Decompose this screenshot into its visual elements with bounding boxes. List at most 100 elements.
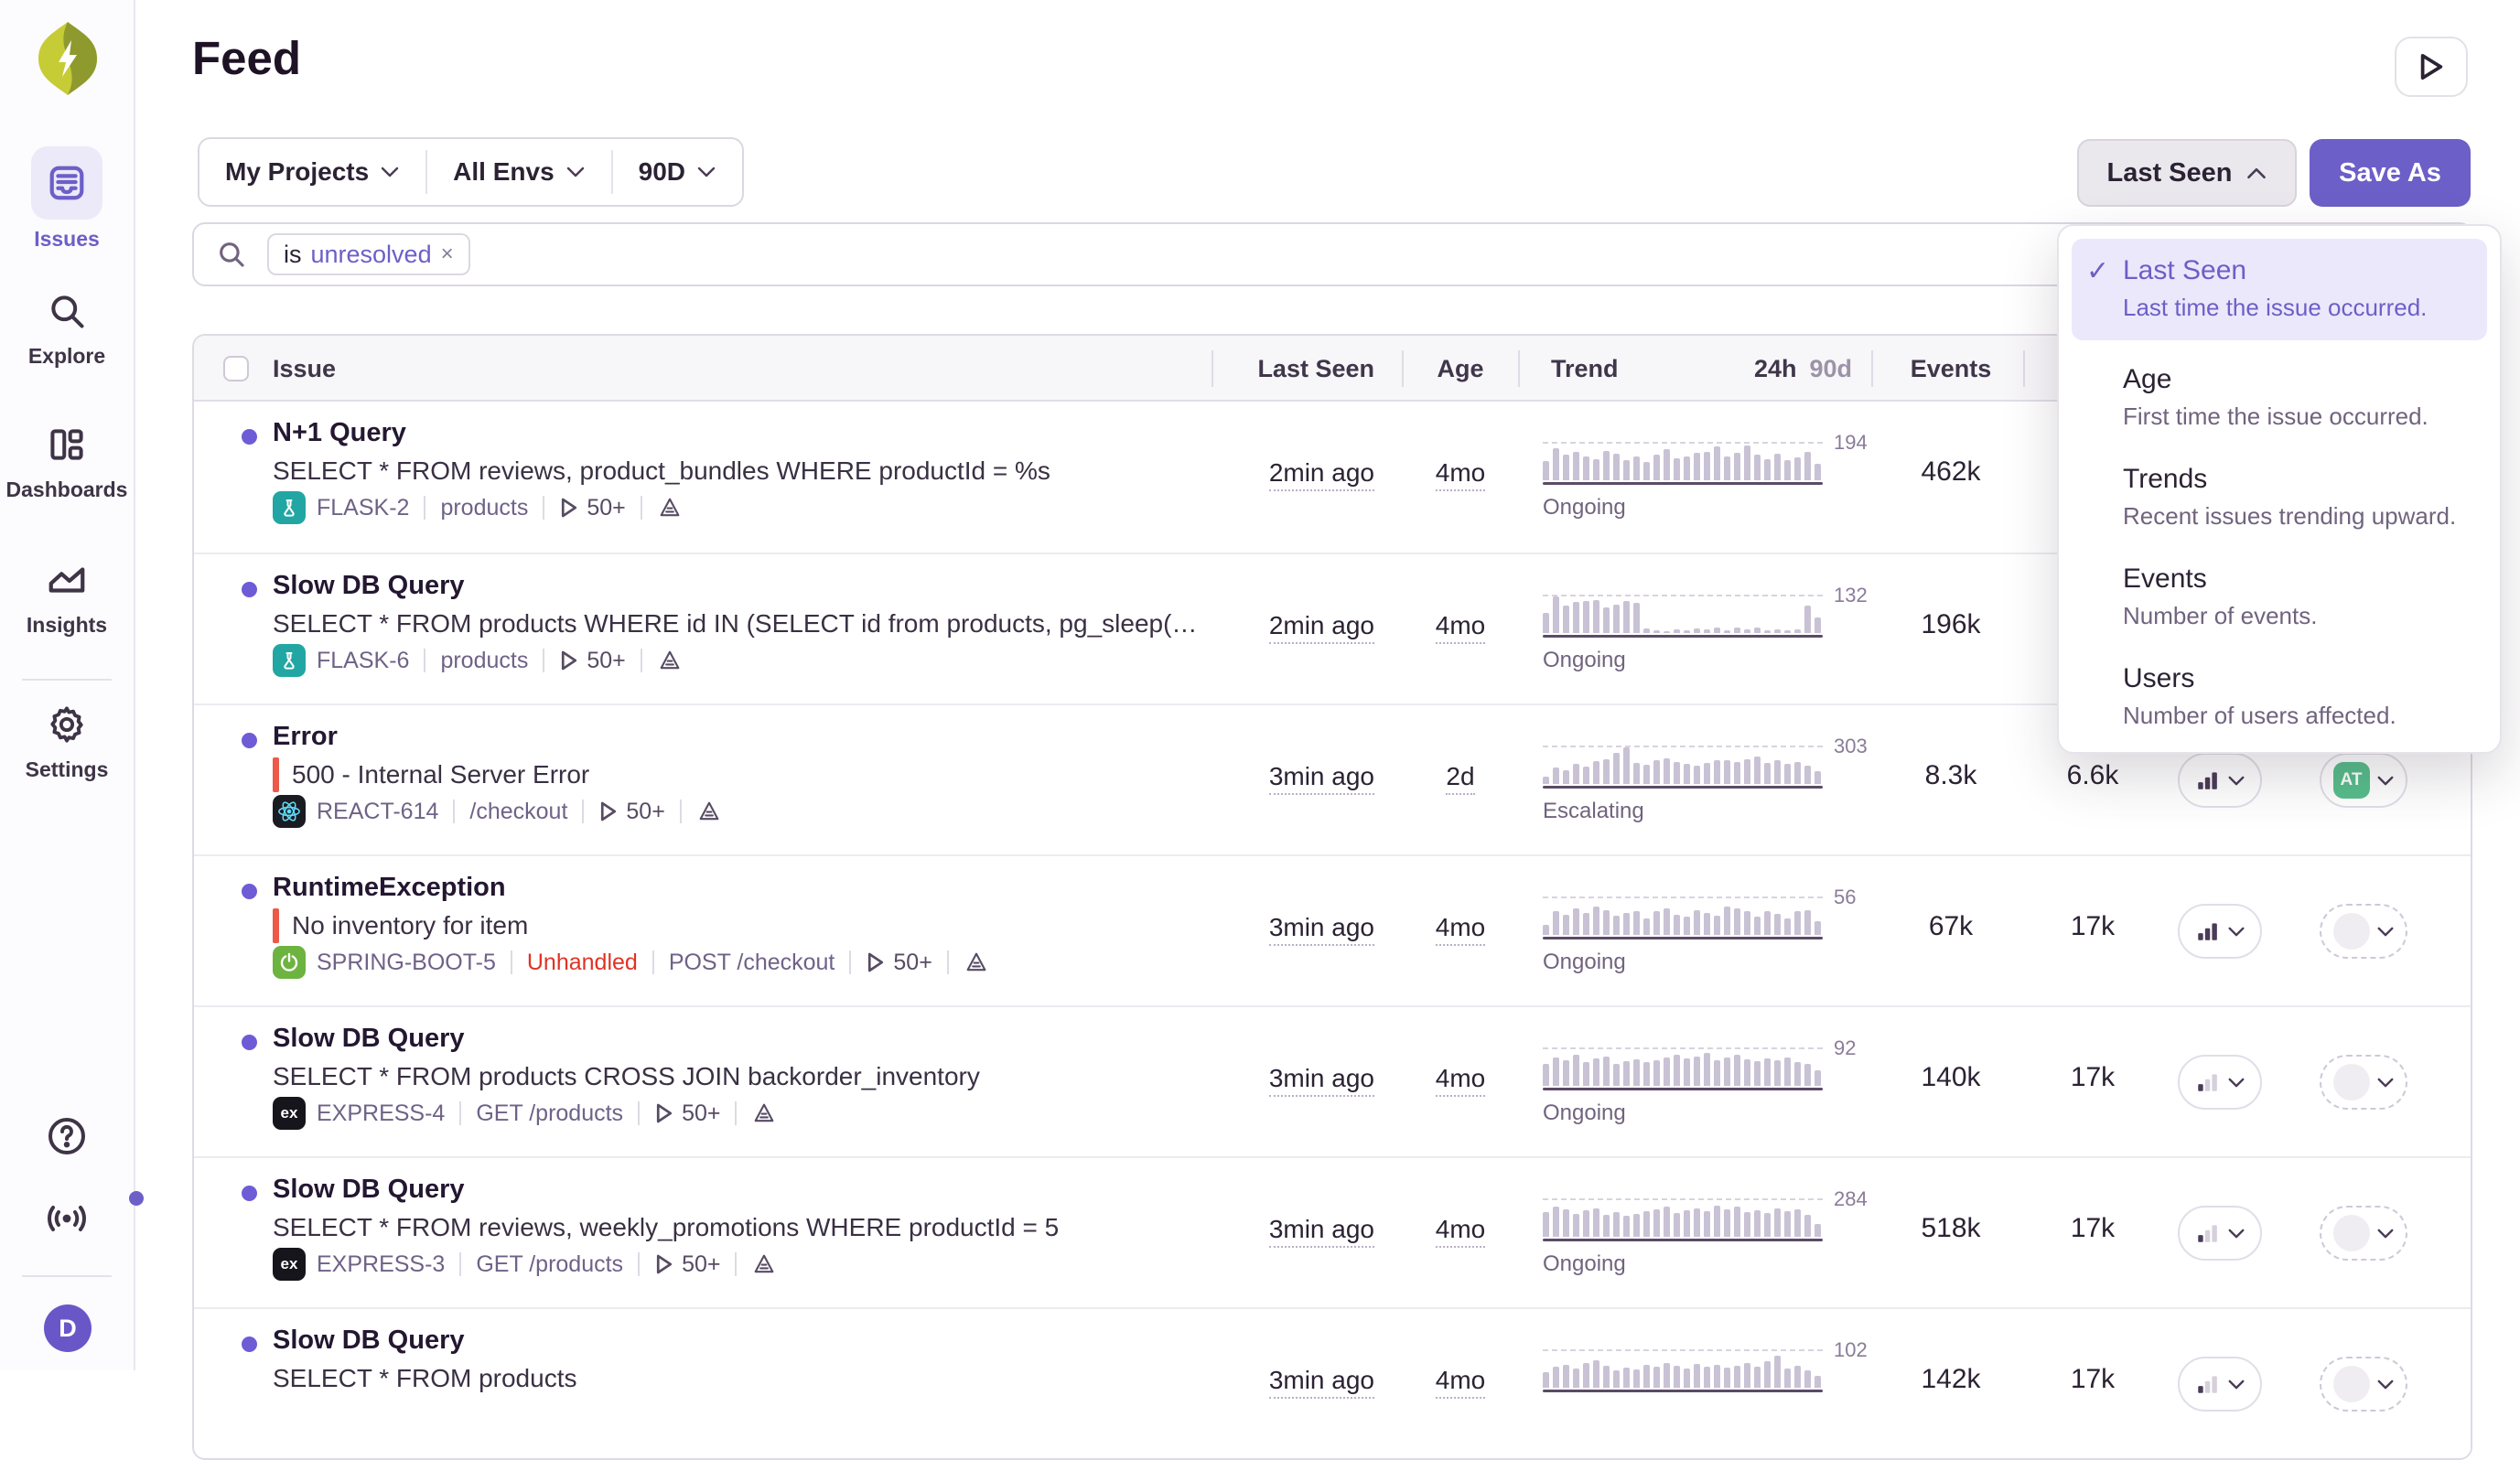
sort-option-age[interactable]: AgeFirst time the issue occurred.: [2072, 340, 2487, 440]
platform-icon: [273, 795, 306, 828]
priority-selector[interactable]: [2178, 753, 2262, 808]
issue-row[interactable]: Slow DB Query SELECT * FROM products CRO…: [194, 1005, 2471, 1156]
issue-row[interactable]: Slow DB Query SELECT * FROM reviews, wee…: [194, 1156, 2471, 1307]
user-avatar[interactable]: D: [44, 1304, 92, 1352]
environment-filter[interactable]: All Envs: [427, 139, 610, 205]
search-filter-chip[interactable]: is unresolved ×: [267, 233, 470, 275]
issue-title[interactable]: Slow DB Query: [273, 1326, 465, 1356]
column-age[interactable]: Age: [1402, 336, 1519, 402]
replay-icon: [654, 1253, 674, 1275]
badge-separator: [641, 649, 642, 672]
broadcast-icon: [43, 1197, 91, 1240]
trend-toggle-24h[interactable]: 24h: [1754, 355, 1797, 383]
chevron-up-icon: [2245, 166, 2267, 180]
priority-selector[interactable]: [2178, 904, 2262, 959]
badge-separator: [543, 496, 544, 520]
issue-title[interactable]: Slow DB Query: [273, 1024, 465, 1054]
trend-sparkline: 92 Ongoing: [1543, 1047, 1854, 1154]
events-count: 142k: [1878, 1364, 2024, 1395]
sidebar-item-settings[interactable]: Settings: [0, 699, 134, 782]
assignee-selector[interactable]: [2320, 1055, 2407, 1110]
column-last-seen[interactable]: Last Seen: [1109, 336, 1374, 402]
sidebar-label: Settings: [0, 757, 134, 782]
events-count: 8.3k: [1878, 760, 2024, 791]
assignee-selector[interactable]: [2320, 1357, 2407, 1412]
replay-count[interactable]: 50+: [866, 950, 932, 976]
page-title: Feed: [192, 31, 301, 85]
trend-toggle-90d[interactable]: 90d: [1809, 355, 1852, 383]
sidebar-item-explore[interactable]: Explore: [0, 285, 134, 369]
sort-option-last-seen[interactable]: ✓Last SeenLast time the issue occurred.: [2072, 239, 2487, 340]
project-filter[interactable]: My Projects: [199, 139, 425, 205]
replay-count[interactable]: 50+: [598, 799, 664, 825]
sentry-logo[interactable]: [35, 18, 101, 99]
issue-row[interactable]: Slow DB Query SELECT * FROM products 3m: [194, 1307, 2471, 1458]
error-level-bar: [273, 908, 279, 943]
sort-option-users[interactable]: UsersNumber of users affected.: [2072, 639, 2487, 739]
help-button[interactable]: [0, 1114, 134, 1158]
priority-bars-icon: [2195, 1372, 2219, 1396]
issue-title[interactable]: Error: [273, 722, 338, 752]
issue-badges: ex EXPRESS-4 GET /products 50+: [273, 1097, 777, 1130]
alert-icon[interactable]: [696, 799, 722, 824]
last-seen-value: 3min ago: [1109, 762, 1374, 791]
assignee-avatar: [2333, 1064, 2370, 1100]
age-value: 4mo: [1402, 1064, 1519, 1093]
priority-selector[interactable]: [2178, 1206, 2262, 1261]
alert-icon[interactable]: [657, 495, 683, 521]
issue-subtitle: SELECT * FROM products WHERE id IN (SELE…: [273, 606, 1197, 642]
issue-subtitle: No inventory for item: [273, 907, 528, 944]
chevron-down-icon: [2376, 1228, 2395, 1240]
replay-play-button[interactable]: [2395, 37, 2468, 97]
assignee-selector[interactable]: AT: [2320, 753, 2407, 808]
replay-count[interactable]: 50+: [559, 648, 625, 674]
column-events[interactable]: Events: [1878, 336, 2024, 402]
chevron-down-icon: [2376, 1379, 2395, 1390]
sidebar-label: Insights: [0, 613, 134, 638]
save-as-button[interactable]: Save As: [2310, 139, 2471, 207]
assignee-selector[interactable]: [2320, 904, 2407, 959]
alert-icon[interactable]: [657, 648, 683, 673]
priority-selector[interactable]: [2178, 1357, 2262, 1412]
trend-bars: [1543, 1049, 1823, 1086]
issue-row[interactable]: RuntimeException No inventory for item S…: [194, 854, 2471, 1005]
unresolved-dot: [242, 1337, 257, 1352]
sidebar: Issues Explore Dashboards Insights S: [0, 0, 135, 1370]
trend-status-label: Ongoing: [1543, 495, 1626, 521]
alert-icon[interactable]: [964, 950, 989, 975]
alert-icon[interactable]: [751, 1100, 777, 1126]
issue-title[interactable]: Slow DB Query: [273, 571, 465, 601]
issue-short-id: REACT-614: [317, 799, 438, 825]
sort-dropdown-button[interactable]: Last Seen: [2077, 139, 2297, 207]
assignee-selector[interactable]: [2320, 1206, 2407, 1261]
replay-icon: [559, 649, 579, 671]
issue-subtitle: SELECT * FROM products CROSS JOIN backor…: [273, 1058, 980, 1095]
issues-icon: [46, 162, 88, 204]
sort-option-events[interactable]: EventsNumber of events.: [2072, 540, 2487, 639]
play-icon: [2418, 51, 2445, 82]
replay-count[interactable]: 50+: [654, 1251, 720, 1278]
issue-title[interactable]: Slow DB Query: [273, 1175, 465, 1205]
sidebar-item-dashboards[interactable]: Dashboards: [0, 419, 134, 502]
chip-remove-icon[interactable]: ×: [441, 242, 454, 267]
sidebar-item-insights[interactable]: Insights: [0, 554, 134, 638]
environment-filter-label: All Envs: [453, 157, 554, 187]
transaction-path: /checkout: [469, 799, 567, 825]
sidebar-item-issues[interactable]: Issues: [0, 146, 134, 252]
sort-option-trends[interactable]: TrendsRecent issues trending upward.: [2072, 440, 2487, 540]
issue-title[interactable]: RuntimeException: [273, 873, 506, 903]
sort-option-description: Last time the issue occurred.: [2123, 294, 2427, 322]
transaction-path: GET /products: [476, 1100, 623, 1127]
date-range-filter[interactable]: 90D: [613, 139, 742, 205]
transaction-path: POST /checkout: [669, 950, 835, 976]
priority-selector[interactable]: [2178, 1055, 2262, 1110]
replay-count[interactable]: 50+: [654, 1100, 720, 1127]
select-all-checkbox[interactable]: [223, 356, 249, 381]
age-value: 2d: [1402, 762, 1519, 791]
alert-icon[interactable]: [751, 1251, 777, 1277]
replay-count[interactable]: 50+: [559, 495, 625, 521]
whats-new-button[interactable]: [0, 1197, 134, 1240]
trend-sparkline: 132 Ongoing: [1543, 595, 1854, 701]
issue-subtitle: SELECT * FROM reviews, weekly_promotions…: [273, 1209, 1059, 1246]
issue-title[interactable]: N+1 Query: [273, 418, 406, 448]
